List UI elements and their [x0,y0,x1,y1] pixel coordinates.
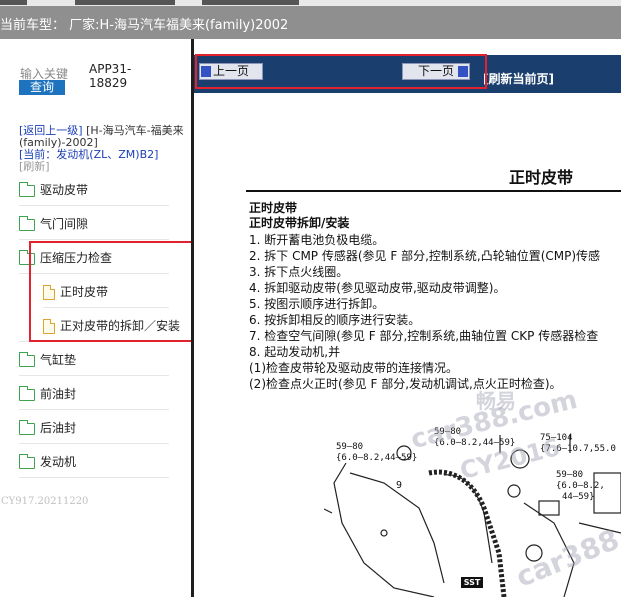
figure-label: {6.0—8.2, [556,481,605,491]
sst-tag: SST [461,577,483,588]
tree-item-label: 后油封 [40,421,77,435]
refresh-link[interactable]: [刷新] [19,160,50,173]
step-line: 3. 拆下点火线圈。 [249,265,349,279]
document-title: 正时皮带 [509,168,574,187]
folder-icon [19,453,35,469]
step-line: 4. 拆卸驱动皮带(参见驱动皮带,驱动皮带调整)。 [249,281,506,295]
divider [19,375,169,376]
folder-icon [19,181,35,197]
step-line: 1. 断开蓄电池负极电缆。 [249,233,385,247]
title-bar: 当前车型： 厂家:H-海马汽车福美来(family)2002 [0,6,621,39]
window-tab[interactable] [75,0,175,5]
tree-item-cylinder-gasket[interactable]: 气缸垫 [19,349,76,371]
tree-item-front-oil-seal[interactable]: 前油封 [19,383,76,405]
tree-item-drive-belt[interactable]: 驱动皮带 [19,179,88,201]
highlight-box-toolbar [195,54,487,89]
step-line: (1)检查皮带轮及驱动皮带的连接情况。 [249,361,458,375]
tree-item-engine[interactable]: 发动机 [19,451,76,473]
figure-callout: 9 [396,480,403,491]
highlight-box-tree [29,241,197,342]
tree-item-rear-oil-seal[interactable]: 后油封 [19,417,76,439]
step-line: 7. 检查空气间隙(参见 F 部分,控制系统,曲轴位置 CKP 传感器检查 [249,329,599,343]
folder-icon [19,215,35,231]
document-pane: 正时皮带 正时皮带 正时皮带拆卸/安装 1. 断开蓄电池负极电缆。 2. 拆下 … [194,93,621,597]
folder-icon [19,419,35,435]
window-tab[interactable] [202,0,299,5]
breadcrumb-current: 发动机(ZL、ZM)B2] [56,148,159,161]
folder-icon [19,351,35,367]
figure-label: 44—59} [562,492,595,502]
divider [246,190,621,192]
divider [19,443,169,444]
figure-label: {6.0—8.2,44—59} [336,453,418,463]
figure-label: 59—80 [336,442,364,452]
section-heading: 正时皮带 [249,201,298,215]
tree-item-label: 发动机 [40,455,77,469]
figure-label: 59—80 [556,470,584,480]
tree-item-valve-clearance[interactable]: 气门间隙 [19,213,88,235]
divider [19,409,169,410]
divider [19,205,169,206]
step-line: 6. 按拆卸相反的顺序进行安装。 [249,313,421,327]
app-code: APP31-18829 [89,62,132,90]
divider [19,239,169,240]
tree-item-label: 气缸垫 [40,353,77,367]
breadcrumb: [返回上一级] [H-海马汽车-福美来(family)-2002] [当前：发动… [19,125,184,173]
section-subheading: 正时皮带拆卸/安装 [249,216,350,230]
folder-icon [19,385,35,401]
divider [19,477,169,478]
refresh-page-link[interactable]: [刷新当前页] [483,70,554,87]
step-line: 2. 拆下 CMP 传感器(参见 F 部分,控制系统,凸轮轴位置(CMP)传感 [249,249,601,263]
version-footer: CY917.20211220 [1,496,89,507]
window-tab[interactable] [0,0,27,5]
step-line: 5. 按图示顺序进行拆卸。 [249,297,385,311]
tree-item-label: 驱动皮带 [40,183,89,197]
tree-item-label: 气门间隙 [40,217,89,231]
search-button[interactable]: 查询 [19,80,65,95]
tree-item-label: 前油封 [40,387,77,401]
current-vehicle-text: 当前车型： 厂家:H-海马汽车福美来(family)2002 [0,18,289,33]
step-line: 8. 起动发动机,并 [249,345,341,359]
